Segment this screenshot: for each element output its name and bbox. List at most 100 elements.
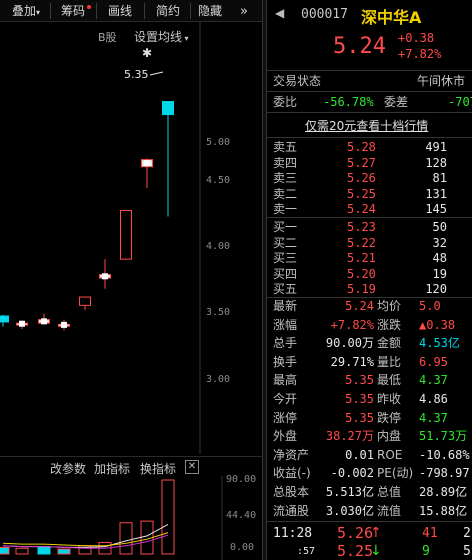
tick-price: 5.26 <box>337 524 374 542</box>
tick-time: 11:28 <box>273 526 313 541</box>
order-book-row[interactable]: 卖二 5.25 131 <box>267 186 472 203</box>
order-book-row[interactable]: 买五 5.19 120 <box>267 281 472 298</box>
order-book-row[interactable]: 买三 5.21 48 <box>267 250 472 267</box>
overlay-button[interactable]: 叠加▾ <box>4 3 48 20</box>
stat-label: 涨停 <box>273 410 298 425</box>
candle-body-marker <box>144 160 150 167</box>
tick-volume: 9 <box>422 544 430 559</box>
order-volume: 32 <box>432 235 447 250</box>
stat-value: 5.24 <box>345 299 374 313</box>
candle-body-marker <box>102 273 108 280</box>
simple-button[interactable]: 简约 <box>148 3 188 20</box>
stat-value: -0.002 <box>330 466 374 481</box>
expand-icon: » <box>240 4 248 19</box>
volume-bar <box>161 479 175 555</box>
hide-label: 隐藏 <box>197 4 222 18</box>
y-tick: 4.00 <box>206 241 231 252</box>
stat-value: 6.95 <box>419 354 448 369</box>
vol-y-tick: 90.00 <box>226 474 257 485</box>
order-book-row[interactable]: 卖五 5.28 491 <box>267 139 472 156</box>
stat-value: 3.030亿 <box>325 503 374 518</box>
high-marker-leader <box>149 71 164 76</box>
stat-value: 4.37 <box>419 373 448 388</box>
prev-stock-icon[interactable]: ◀ <box>275 6 284 20</box>
order-volume: 131 <box>425 186 447 201</box>
order-book-row[interactable]: 买一 5.23 50 <box>267 219 472 236</box>
order-volume: 120 <box>425 282 447 297</box>
stat-label: 金额 <box>377 336 402 351</box>
order-price: 5.27 <box>347 155 376 170</box>
price-change-pct: +7.82% <box>398 47 442 61</box>
order-volume: 145 <box>425 202 447 217</box>
add-indicator-button[interactable]: 加指标 <box>94 460 130 477</box>
volume-chart[interactable]: 90.00 44.40 0.00 <box>0 474 262 560</box>
stat-value: 38.27万 <box>325 429 374 444</box>
stats-row: 总股本 5.513亿 总值 28.89亿 <box>267 484 472 501</box>
stat-value: 51.73万 <box>419 429 468 444</box>
overlay-label: 叠加 <box>11 4 36 18</box>
stat-label: 流通股 <box>273 503 310 518</box>
stat-value: 90.00万 <box>325 336 374 351</box>
volume-ma-line <box>2 532 169 547</box>
stat-value: 5.35 <box>345 392 374 406</box>
stats-row: 涨幅 +7.82% 涨跌 ▲0.38 <box>267 317 472 334</box>
draw-line-button[interactable]: 画线 <box>100 3 140 20</box>
order-level-label: 买五 <box>273 282 298 297</box>
chips-label: 筹码 <box>60 4 85 18</box>
candle-body <box>0 315 9 323</box>
order-book-row[interactable]: 买四 5.20 19 <box>267 266 472 283</box>
tick-arrow-icon: ↓ <box>370 543 382 559</box>
candle-body-marker <box>19 320 25 327</box>
divider <box>267 521 472 522</box>
divider <box>267 112 472 113</box>
stat-label: 均价 <box>377 299 402 313</box>
y-tick: 3.00 <box>206 374 231 385</box>
trade-status-label: 交易状态 <box>273 74 322 88</box>
stat-label: ROE <box>377 447 403 462</box>
stat-value: 4.86 <box>419 392 448 406</box>
hide-button[interactable]: 隐藏 <box>192 3 228 20</box>
order-book-row[interactable]: 买二 5.22 32 <box>267 235 472 252</box>
stat-value: 15.88亿 <box>419 503 468 518</box>
candle-body <box>79 296 91 306</box>
stat-label: 总值 <box>377 485 402 499</box>
stat-label: 涨幅 <box>273 317 298 332</box>
edit-params-button[interactable]: 改参数 <box>50 460 86 477</box>
divider <box>267 137 472 138</box>
notification-dot <box>87 5 91 9</box>
candle-body-marker <box>61 321 67 328</box>
volume-bar <box>119 522 133 555</box>
stat-value: ▲0.38 <box>419 317 456 332</box>
order-price: 5.23 <box>347 220 376 234</box>
kline-chart[interactable]: B股 设置均线 ▾ ✱ 5.35 5.00 4.50 4.00 3.50 3.0… <box>0 22 262 454</box>
tick-row: :57 5.25 ↓ 9 5 <box>267 543 472 560</box>
close-icon[interactable]: ✕ <box>185 460 199 474</box>
y-tick: 4.50 <box>206 175 231 186</box>
stats-row: 涨停 5.35 跌停 4.37 <box>267 410 472 427</box>
toolbar-divider <box>190 3 191 19</box>
order-volume: 50 <box>432 220 447 234</box>
stat-label: 最低 <box>377 373 402 388</box>
order-level-label: 卖三 <box>273 171 298 186</box>
order-book-row[interactable]: 卖三 5.26 81 <box>267 170 472 187</box>
order-level-label: 买一 <box>273 220 298 234</box>
price-change: +0.38 <box>398 31 435 45</box>
upgrade-level2-link[interactable]: 仅需20元查看十档行情 <box>305 117 428 134</box>
order-volume: 491 <box>425 140 447 154</box>
order-price: 5.28 <box>347 140 376 154</box>
switch-indicator-button[interactable]: 换指标 <box>140 460 176 477</box>
stat-label: 昨收 <box>377 392 402 406</box>
stats-row: 最高 5.35 最低 4.37 <box>267 372 472 389</box>
dropdown-icon: ▾ <box>36 8 41 17</box>
order-book-row[interactable]: 卖四 5.27 128 <box>267 155 472 172</box>
stat-value: 28.89亿 <box>419 485 468 499</box>
expand-button[interactable]: » <box>232 3 256 20</box>
stat-label: 内盘 <box>377 429 402 444</box>
simple-label: 简约 <box>155 4 180 18</box>
tick-row: 11:28 5.26 ↑ 41 2 <box>267 525 472 542</box>
stats-row: 最新 5.24 均价 5.0 <box>267 298 472 315</box>
stat-label: 跌停 <box>377 410 402 425</box>
stats-row: 收益(-) -0.002 PE(动) -798.97 <box>267 465 472 482</box>
tick-arrow-icon: ↑ <box>370 525 382 541</box>
order-book-row[interactable]: 卖一 5.24 145 <box>267 201 472 218</box>
